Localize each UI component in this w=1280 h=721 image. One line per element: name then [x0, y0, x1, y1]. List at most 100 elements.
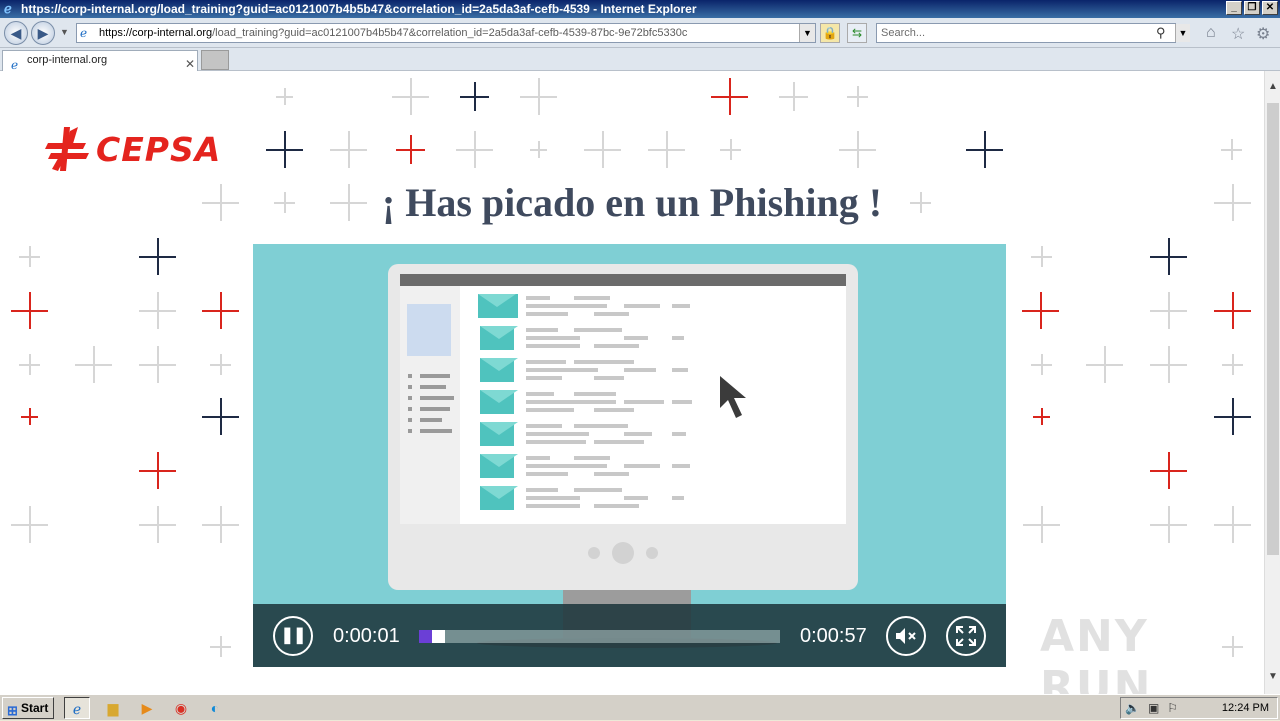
background-cross: [648, 131, 685, 168]
background-cross: [21, 408, 38, 425]
address-path: /load_training?guid=ac0121007b4b5b47&cor…: [212, 27, 688, 39]
sidebar-bullet: [408, 385, 412, 389]
background-cross: [19, 246, 40, 267]
search-icon[interactable]: ⚲: [1156, 25, 1166, 41]
taskbar-ie-icon[interactable]: ℯ: [64, 697, 90, 719]
close-button[interactable]: ✕: [1262, 1, 1278, 15]
background-cross: [210, 354, 231, 375]
window-controls: _ ❐ ✕: [1226, 1, 1278, 15]
text-line: [526, 456, 550, 460]
background-cross: [1221, 139, 1242, 160]
taskbar-media-player-icon[interactable]: ▶: [134, 697, 160, 719]
fullscreen-icon: [956, 626, 976, 646]
text-line: [624, 336, 648, 340]
text-line: [526, 400, 616, 404]
text-line: [526, 328, 558, 332]
text-line: [624, 432, 652, 436]
training-video-player[interactable]: ❚❚ 0:00:01 0:00:57: [253, 244, 1006, 667]
progress-handle[interactable]: [431, 630, 445, 643]
text-line: [672, 464, 690, 468]
background-cross: [276, 88, 293, 105]
background-cross: [1033, 408, 1050, 425]
envelope-icon: [478, 294, 518, 318]
background-cross: [11, 506, 48, 543]
window-title: https://corp-internal.org/load_training?…: [21, 2, 697, 16]
background-cross: [1150, 292, 1187, 329]
tab-corp-internal[interactable]: ℯ corp-internal.org ✕: [2, 50, 198, 72]
envelope-icon: [480, 422, 518, 446]
logo-text: CEPSA: [96, 129, 222, 169]
sidebar-line: [420, 385, 446, 389]
screen-toolbar: [400, 274, 846, 286]
search-input[interactable]: Search...: [876, 23, 1176, 43]
address-dropdown-icon[interactable]: ▼: [799, 24, 815, 42]
text-line: [672, 304, 690, 308]
background-cross: [1031, 354, 1052, 375]
text-line: [526, 488, 558, 492]
refresh-icon[interactable]: ⇆: [847, 23, 867, 43]
speaker-muted-icon: [896, 628, 916, 644]
monitor-dot: [646, 547, 658, 559]
sidebar-line: [420, 407, 450, 411]
background-cross: [139, 238, 176, 275]
vertical-scrollbar[interactable]: ▲ ▼: [1264, 71, 1280, 694]
time-elapsed: 0:00:01: [333, 625, 400, 647]
background-cross: [75, 346, 112, 383]
page-title: ¡ Has picado en un Phishing !: [381, 180, 883, 225]
text-line: [594, 312, 629, 316]
history-dropdown-icon[interactable]: ▼: [60, 27, 69, 37]
restore-button[interactable]: ❐: [1244, 1, 1260, 15]
background-cross: [396, 135, 425, 164]
address-host: https://corp-internal.org: [99, 27, 213, 39]
text-line: [526, 360, 566, 364]
text-line: [526, 304, 607, 308]
address-input[interactable]: https://corp-internal.org/load_training?…: [76, 23, 816, 43]
text-line: [526, 312, 568, 316]
pause-button[interactable]: ❚❚: [273, 616, 313, 656]
mute-button[interactable]: [886, 616, 926, 656]
monitor-illustration: [388, 264, 858, 590]
text-line: [574, 392, 616, 396]
back-button[interactable]: ◀: [4, 21, 28, 45]
text-line: [526, 296, 550, 300]
taskbar-chrome-icon[interactable]: ◉: [168, 697, 194, 719]
progress-bar[interactable]: [419, 630, 780, 643]
background-cross: [966, 131, 1003, 168]
forward-button[interactable]: ▶: [31, 21, 55, 45]
home-icon[interactable]: ⌂: [1206, 24, 1216, 42]
monitor-buttons: [388, 542, 858, 564]
windows-flag-icon: ⊞: [7, 703, 18, 718]
monitor-screen: [400, 274, 846, 524]
background-cross: [11, 292, 48, 329]
text-line: [526, 504, 580, 508]
minimize-button[interactable]: _: [1226, 1, 1242, 15]
time-total: 0:00:57: [800, 625, 867, 647]
gear-icon[interactable]: ⚙: [1256, 24, 1270, 44]
tray-icons[interactable]: 🔈▣⚐: [1125, 698, 1186, 718]
text-line: [526, 440, 586, 444]
background-cross: [1150, 238, 1187, 275]
taskbar-edge-icon[interactable]: ◐: [202, 697, 228, 719]
background-cross: [520, 78, 557, 115]
sidebar-bullet: [408, 418, 412, 422]
favorites-star-icon[interactable]: ☆: [1231, 24, 1245, 44]
taskbar-folder-icon[interactable]: ▆: [100, 697, 126, 719]
lock-icon[interactable]: 🔒: [820, 23, 840, 43]
text-line: [624, 496, 648, 500]
fullscreen-button[interactable]: [946, 616, 986, 656]
monitor-dot: [612, 542, 634, 564]
text-line: [526, 376, 562, 380]
sidebar-line: [420, 429, 452, 433]
anyrun-watermark: ANY RUN: [1040, 611, 1153, 694]
scroll-thumb[interactable]: [1267, 103, 1279, 555]
background-cross: [202, 398, 239, 435]
background-cross: [847, 86, 868, 107]
background-cross: [839, 131, 876, 168]
text-line: [526, 464, 607, 468]
new-tab-button[interactable]: [201, 50, 229, 70]
start-button[interactable]: ⊞ Start: [2, 697, 54, 719]
start-label: Start: [21, 701, 49, 715]
scroll-down-icon[interactable]: ▼: [1265, 671, 1280, 682]
search-dropdown-icon[interactable]: ▼: [1175, 24, 1190, 42]
scroll-up-icon[interactable]: ▲: [1265, 81, 1280, 92]
